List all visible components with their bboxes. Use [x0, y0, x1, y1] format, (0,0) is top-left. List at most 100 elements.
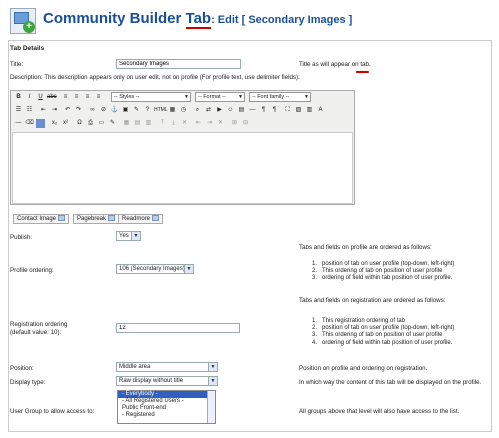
align-left-icon[interactable]: ≡	[61, 93, 70, 102]
list-item: 4. ordering of field within tab position …	[312, 339, 453, 346]
search-icon[interactable]: ⌕	[193, 106, 202, 115]
link-icon[interactable]: ∞	[88, 106, 97, 115]
user-group-listbox[interactable]: - Everybody - - All Registered Users - P…	[117, 390, 216, 424]
list-item[interactable]: - All Registered Users -	[118, 398, 215, 405]
display-type-help: In which way the content of this tab wil…	[299, 379, 482, 386]
registration-ordering-heading: Tabs and fields on registration are orde…	[299, 297, 446, 304]
table-icon[interactable]: ▥	[305, 106, 314, 115]
remove-format-icon[interactable]: ⌫	[25, 119, 34, 128]
registration-ordering-list: 1. This registration ordering of tab 2. po…	[312, 318, 454, 347]
cell-props-icon[interactable]: ▥	[144, 119, 153, 128]
profile-ordering-select[interactable]: 106 (Secondary Images) ▼	[116, 264, 194, 274]
profile-ordering-heading: Tabs and fields on profile are ordered a…	[299, 244, 432, 251]
flash-icon[interactable]: ▤	[237, 106, 246, 115]
redo-icon[interactable]: ↷	[74, 106, 83, 115]
insert-col-before-icon[interactable]: ⇤	[194, 119, 203, 128]
readmore-button[interactable]: Readmore	[118, 214, 164, 224]
split-cells-icon[interactable]: ⊟	[241, 119, 250, 128]
profile-ordering-label: Profile ordering:	[10, 267, 54, 274]
insert-col-after-icon[interactable]: ⇥	[205, 119, 214, 128]
insert-date-icon[interactable]: ▦	[168, 106, 177, 115]
align-right-icon[interactable]: ≡	[83, 93, 92, 102]
print-icon[interactable]: ⎙	[86, 119, 95, 128]
publish-select[interactable]: Yes ▼	[116, 231, 141, 241]
anchor-icon[interactable]: ⚓	[110, 106, 119, 115]
editor-toolbar-2: ☰ ☷ ⇤ ⇥ ↶ ↷ ∞ ⊘ ⚓ ▣ ✎ ? HTML ▦ ◷ ⌕ ⇄ ▶ ☺…	[11, 104, 354, 117]
image-icon[interactable]: ▣	[121, 106, 130, 115]
strikethrough-icon[interactable]: abc	[47, 93, 57, 102]
superscript-icon[interactable]: x²	[61, 119, 70, 128]
contact-image-button[interactable]: Contact Image	[13, 214, 70, 224]
underline-icon[interactable]: U	[36, 93, 45, 102]
list-item: 1. This registration ordering of tab	[312, 318, 406, 324]
wysiwyg-editor: B I U abc ≡ ≡ ≡ ≡ -- Styles -- ▼ -- Forma…	[10, 90, 355, 205]
outdent-icon[interactable]: ⇤	[39, 106, 48, 115]
hr-icon[interactable]: —	[248, 106, 257, 115]
profile-ordering-list: 1. position of tab on user profile (top-d…	[312, 261, 454, 283]
align-center-icon[interactable]: ≡	[72, 93, 81, 102]
rtl-icon[interactable]: ¶	[270, 106, 279, 115]
bold-icon[interactable]: B	[14, 93, 23, 102]
editor-content-area[interactable]	[12, 132, 353, 204]
editor-toolbar-1: B I U abc ≡ ≡ ≡ ≡ -- Styles -- ▼ -- Forma…	[11, 91, 354, 104]
publish-label: Publish:	[10, 234, 33, 241]
italic-icon[interactable]: I	[25, 93, 34, 102]
merge-cells-icon[interactable]: ⊞	[230, 119, 239, 128]
registration-ordering-default: (default value: 10):	[10, 329, 62, 336]
undo-icon[interactable]: ↶	[63, 106, 72, 115]
page-title: Community Builder Tab: Edit [ Secondary …	[43, 10, 353, 29]
insert-row-before-icon[interactable]: ⤒	[158, 119, 167, 128]
list-item: 2. position of tab on user profile (top-d…	[312, 325, 455, 332]
replace-icon[interactable]: ⇄	[204, 106, 213, 115]
insert-layer-icon[interactable]: ▭	[97, 119, 106, 128]
layer-icon[interactable]: ▧	[294, 106, 303, 115]
section-title: Tab Details	[10, 45, 45, 52]
format-select[interactable]: -- Format -- ▼	[195, 92, 245, 102]
pagebreak-button[interactable]: Pagebreak	[73, 214, 120, 224]
title-tab-word: Tab	[185, 10, 212, 29]
subscript-icon[interactable]: x₂	[50, 119, 59, 128]
delete-row-icon[interactable]: ✕	[180, 119, 189, 128]
user-group-help: All groups above that level will also ha…	[299, 408, 460, 415]
align-justify-icon[interactable]: ≡	[94, 93, 103, 102]
emotions-icon[interactable]: ☺	[226, 106, 235, 115]
html-icon[interactable]: HTML	[154, 106, 168, 115]
display-type-label: Display type:	[10, 379, 46, 386]
help-icon[interactable]: ?	[143, 106, 152, 115]
unlink-icon[interactable]: ⊘	[99, 106, 108, 115]
row-props-icon[interactable]: ▤	[133, 119, 142, 128]
position-select[interactable]: Middle area ▼	[116, 362, 218, 372]
indent-icon[interactable]: ⇥	[50, 106, 59, 115]
registration-ordering-label: Registration ordering	[10, 321, 68, 328]
display-type-select[interactable]: Raw display without title ▼	[116, 376, 218, 386]
tab-underline-annotation	[356, 71, 369, 73]
list-item: 1. position of tab on user profile (top-d…	[312, 261, 455, 267]
font-family-select[interactable]: -- Font family -- ▼	[249, 92, 311, 102]
listbox-scrollbar[interactable]	[207, 391, 215, 423]
visual-aid-icon[interactable]	[36, 119, 45, 128]
position-help: Position on profile and ordering on regi…	[299, 365, 428, 372]
styles-select[interactable]: -- Styles -- ▼	[111, 92, 191, 102]
forecolor-icon[interactable]: A	[316, 106, 325, 115]
editor-toolbar-3: — ⌫ x₂ x² Ω ⎙ ▭ ✎ ▦ ▤ ▥ ⤒ ⤓ ✕ ⇤ ⇥ ✕ ⊞ ⊟	[11, 117, 354, 130]
community-builder-icon: +	[10, 8, 36, 34]
list-item[interactable]: - Registered	[118, 412, 215, 419]
list-item[interactable]: - Everybody -	[118, 391, 215, 398]
ltr-icon[interactable]: ¶	[259, 106, 268, 115]
insert-row-after-icon[interactable]: ⤓	[169, 119, 178, 128]
registration-ordering-input[interactable]	[116, 323, 240, 333]
special-char-icon[interactable]: Ω	[75, 119, 84, 128]
fullscreen-icon[interactable]: ⛶	[283, 106, 292, 115]
delete-col-icon[interactable]: ✕	[216, 119, 225, 128]
cleanup-icon[interactable]: ✎	[132, 106, 141, 115]
media-icon[interactable]: ▶	[215, 106, 224, 115]
table-props-icon[interactable]: ▦	[122, 119, 131, 128]
title-input[interactable]	[116, 59, 241, 69]
horizontal-rule-icon[interactable]: —	[14, 119, 23, 128]
edit-icon[interactable]: ✎	[108, 119, 117, 128]
insert-time-icon[interactable]: ◷	[179, 106, 188, 115]
bullet-list-icon[interactable]: ☰	[14, 106, 23, 115]
title-help: Title as will appear on tab.	[299, 61, 371, 68]
list-item[interactable]: Public Front-end	[118, 405, 215, 412]
numbered-list-icon[interactable]: ☷	[25, 106, 34, 115]
